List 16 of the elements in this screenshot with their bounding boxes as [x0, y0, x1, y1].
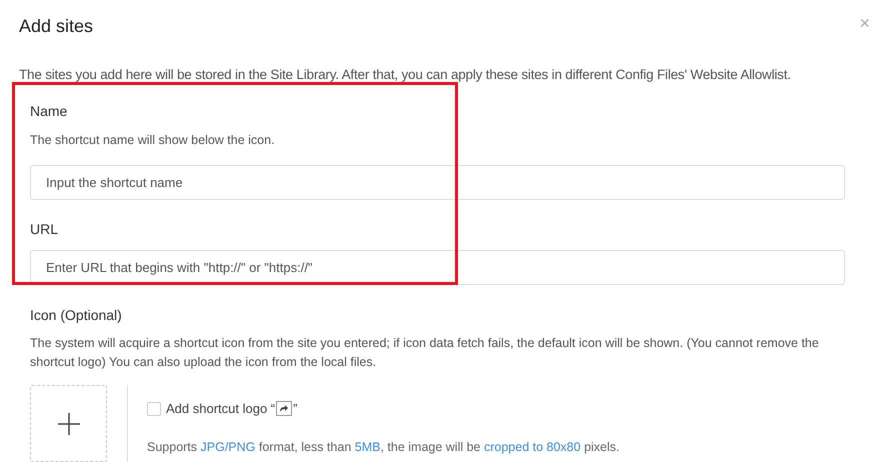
dialog-title: Add sites [19, 15, 94, 38]
checkbox[interactable] [147, 402, 161, 416]
close-button[interactable]: × [859, 14, 870, 32]
input-field[interactable]: Enter URL that begins with "http://" or "https://" [30, 250, 845, 285]
field-hint: The shortcut name will show below the icon. [30, 132, 276, 150]
upload-button[interactable] [30, 385, 107, 462]
checkbox-label-end: ” [293, 400, 298, 418]
plus-icon [58, 412, 80, 434]
section-label: Icon (Optional) [30, 306, 123, 325]
field-label: Name [30, 102, 68, 122]
field-label: URL [30, 220, 60, 239]
dialog-description: The sites you add here will be stored in the Site Library. After that, you can apply these sites in different Config Files' Website Allowlist. [18, 66, 792, 84]
section-description: The system will acquire a shortcut icon from the site you entered; if icon data fetch fails, the default icon will be shown. (You cannot remove the shortcut logo) You can also upload the icon from the local files. [30, 335, 820, 371]
checkbox-label: Add shortcut logo “ [166, 400, 276, 418]
format-note: Supports JPG/PNG format, less than 5MB, the image will be cropped to 80x80 pixels. [147, 438, 620, 456]
input-field[interactable]: Input the shortcut name [30, 165, 845, 200]
